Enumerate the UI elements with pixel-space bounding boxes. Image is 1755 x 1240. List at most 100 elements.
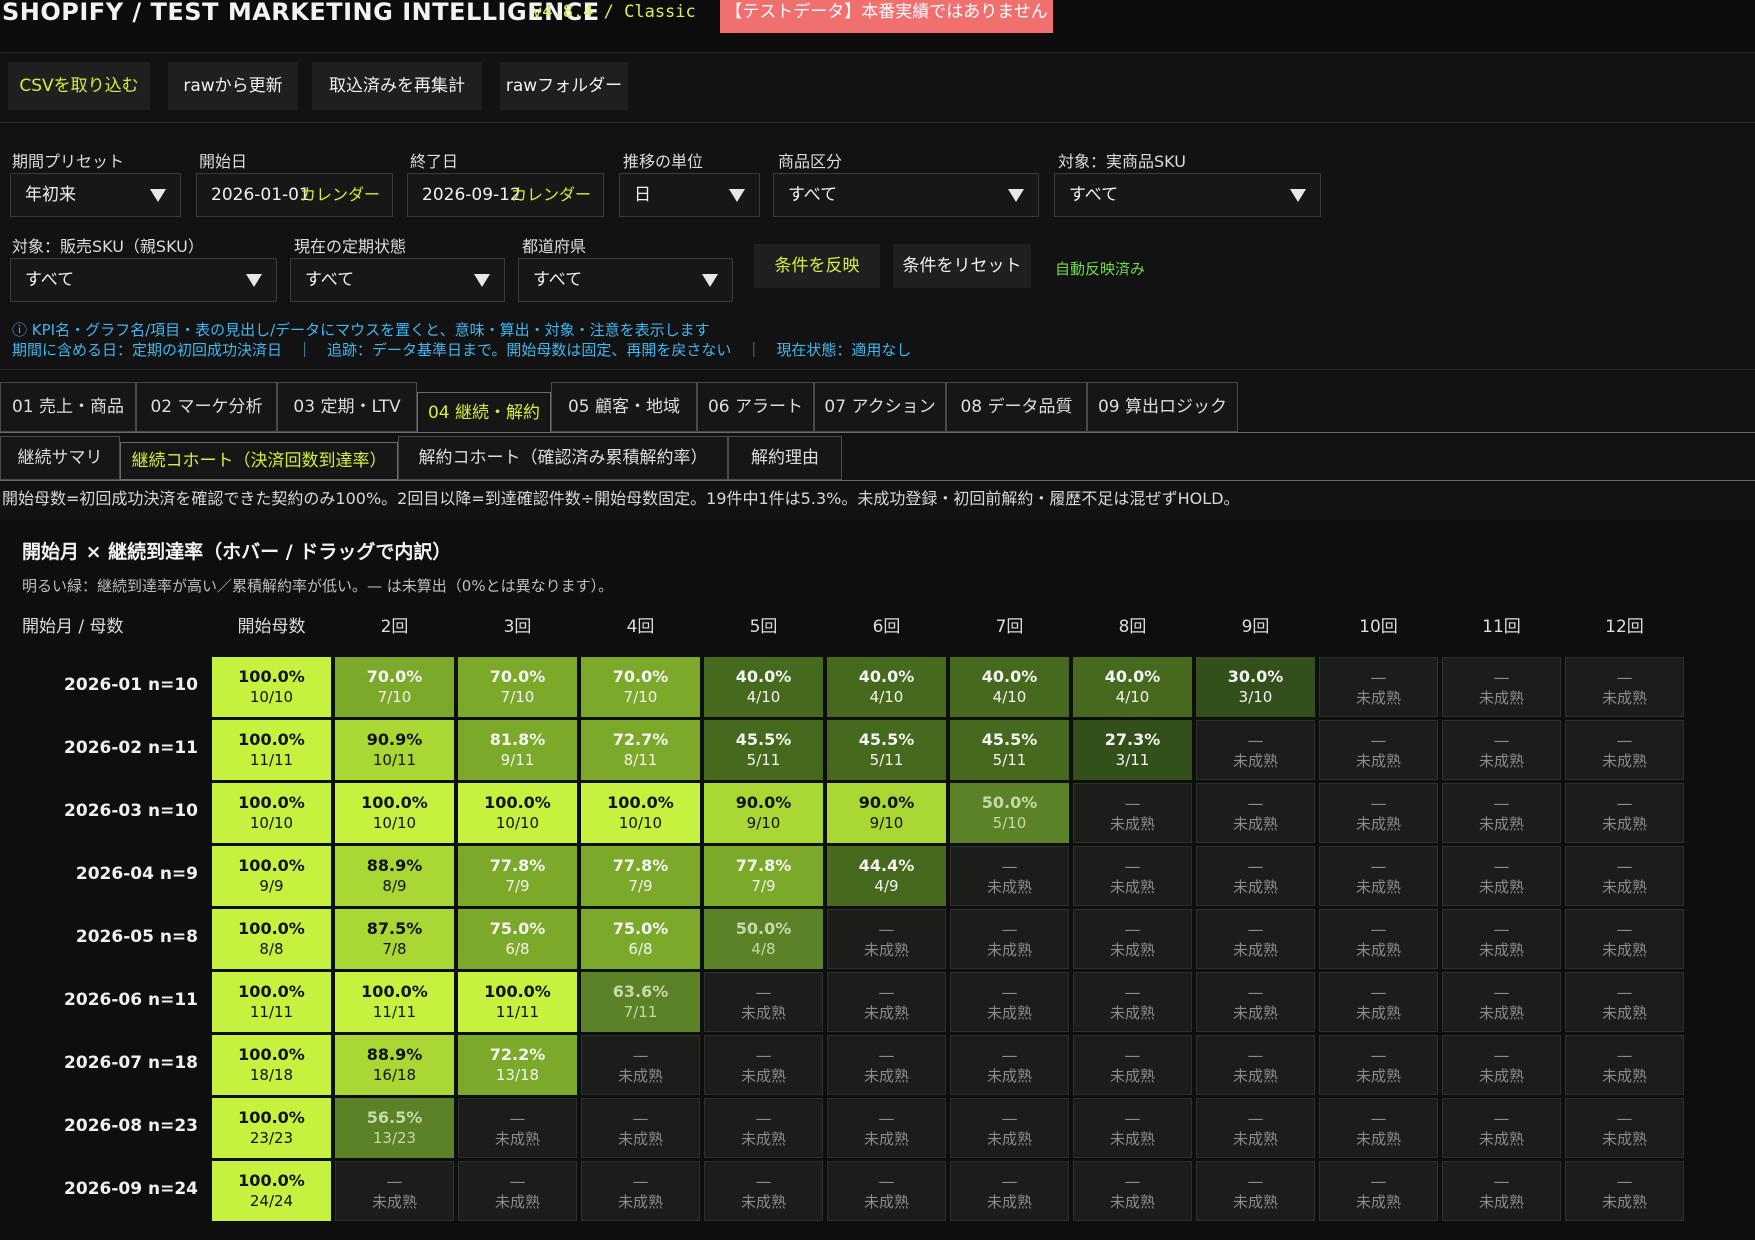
cohort-cell[interactable]: — 未成熟: [581, 1035, 700, 1095]
cohort-cell[interactable]: 90.0% 9/10: [827, 783, 946, 843]
cohort-cell[interactable]: — 未成熟: [1319, 1035, 1438, 1095]
cohort-cell[interactable]: 100.0% 8/8: [212, 909, 331, 969]
cohort-cell[interactable]: 100.0% 10/10: [581, 783, 700, 843]
cohort-cell[interactable]: 77.8% 7/9: [704, 846, 823, 906]
cohort-cell[interactable]: — 未成熟: [1073, 783, 1192, 843]
cohort-cell[interactable]: 100.0% 11/11: [212, 720, 331, 780]
cohort-cell[interactable]: — 未成熟: [1073, 1035, 1192, 1095]
cohort-cell[interactable]: 77.8% 7/9: [581, 846, 700, 906]
cohort-cell[interactable]: — 未成熟: [1196, 972, 1315, 1032]
end-date-calendar-button[interactable]: カレンダー: [511, 174, 591, 216]
cohort-cell[interactable]: — 未成熟: [827, 909, 946, 969]
tab-8[interactable]: 08 データ品質: [946, 382, 1087, 432]
cohort-cell[interactable]: 30.0% 3/10: [1196, 657, 1315, 717]
cohort-cell[interactable]: 50.0% 4/8: [704, 909, 823, 969]
cohort-cell[interactable]: 100.0% 11/11: [335, 972, 454, 1032]
cohort-cell[interactable]: — 未成熟: [1196, 783, 1315, 843]
cohort-cell[interactable]: 90.9% 10/11: [335, 720, 454, 780]
cohort-cell[interactable]: 45.5% 5/11: [704, 720, 823, 780]
cohort-cell[interactable]: 63.6% 7/11: [581, 972, 700, 1032]
cohort-cell[interactable]: — 未成熟: [1442, 846, 1561, 906]
tab-7[interactable]: 07 アクション: [814, 382, 946, 432]
subtab-4[interactable]: 解約理由: [728, 436, 842, 480]
subtab-1[interactable]: 継続サマリ: [0, 436, 120, 480]
cohort-cell[interactable]: 72.7% 8/11: [581, 720, 700, 780]
cohort-cell[interactable]: 40.0% 4/10: [704, 657, 823, 717]
tab-4[interactable]: 04 継続・解約: [417, 392, 551, 433]
cohort-cell[interactable]: 88.9% 8/9: [335, 846, 454, 906]
cohort-cell[interactable]: — 未成熟: [1565, 1035, 1684, 1095]
update-from-raw-button[interactable]: rawから更新: [168, 62, 298, 110]
cohort-cell[interactable]: 100.0% 10/10: [212, 657, 331, 717]
cohort-cell[interactable]: 45.5% 5/11: [827, 720, 946, 780]
cohort-cell[interactable]: — 未成熟: [1319, 846, 1438, 906]
cohort-cell[interactable]: 75.0% 6/8: [458, 909, 577, 969]
cohort-cell[interactable]: — 未成熟: [1565, 1161, 1684, 1221]
cohort-cell[interactable]: 56.5% 13/23: [335, 1098, 454, 1158]
cohort-cell[interactable]: — 未成熟: [1442, 1098, 1561, 1158]
cohort-cell[interactable]: — 未成熟: [581, 1161, 700, 1221]
cohort-cell[interactable]: — 未成熟: [1442, 909, 1561, 969]
cohort-cell[interactable]: — 未成熟: [1319, 909, 1438, 969]
tab-3[interactable]: 03 定期・LTV: [277, 382, 417, 432]
reset-filters-button[interactable]: 条件をリセット: [893, 244, 1031, 288]
start-date-field[interactable]: 2026-01-01 カレンダー: [196, 173, 393, 217]
cohort-cell[interactable]: — 未成熟: [1442, 1161, 1561, 1221]
target-sku-select[interactable]: すべて: [1054, 173, 1321, 217]
raw-folder-button[interactable]: rawフォルダー: [500, 62, 628, 110]
subtab-3[interactable]: 解約コホート（確認済み累積解約率）: [398, 436, 728, 480]
cohort-cell[interactable]: 88.9% 16/18: [335, 1035, 454, 1095]
cohort-cell[interactable]: 40.0% 4/10: [950, 657, 1069, 717]
cohort-cell[interactable]: — 未成熟: [1073, 909, 1192, 969]
cohort-cell[interactable]: — 未成熟: [827, 1035, 946, 1095]
cohort-cell[interactable]: — 未成熟: [1565, 720, 1684, 780]
cohort-cell[interactable]: — 未成熟: [1442, 783, 1561, 843]
tab-9[interactable]: 09 算出ロジック: [1087, 382, 1238, 432]
cohort-cell[interactable]: — 未成熟: [1073, 1098, 1192, 1158]
cohort-cell[interactable]: 90.0% 9/10: [704, 783, 823, 843]
cohort-cell[interactable]: — 未成熟: [1196, 846, 1315, 906]
tab-1[interactable]: 01 売上・商品: [0, 382, 136, 432]
cohort-cell[interactable]: — 未成熟: [1073, 846, 1192, 906]
cohort-cell[interactable]: 40.0% 4/10: [1073, 657, 1192, 717]
cohort-cell[interactable]: — 未成熟: [1319, 783, 1438, 843]
cohort-cell[interactable]: — 未成熟: [458, 1161, 577, 1221]
cohort-cell[interactable]: — 未成熟: [950, 909, 1069, 969]
cohort-cell[interactable]: — 未成熟: [1565, 783, 1684, 843]
cohort-cell[interactable]: — 未成熟: [950, 1035, 1069, 1095]
cohort-cell[interactable]: — 未成熟: [1196, 1035, 1315, 1095]
cohort-cell[interactable]: 100.0% 10/10: [212, 783, 331, 843]
cohort-cell[interactable]: — 未成熟: [1319, 1098, 1438, 1158]
cohort-cell[interactable]: — 未成熟: [1565, 846, 1684, 906]
reaggregate-button[interactable]: 取込済みを再集計: [312, 62, 482, 110]
cohort-cell[interactable]: 100.0% 24/24: [212, 1161, 331, 1221]
period-preset-select[interactable]: 年初来: [10, 173, 181, 217]
cohort-cell[interactable]: — 未成熟: [1319, 657, 1438, 717]
cohort-cell[interactable]: — 未成熟: [1196, 1161, 1315, 1221]
apply-filters-button[interactable]: 条件を反映: [754, 244, 880, 288]
cohort-cell[interactable]: 100.0% 23/23: [212, 1098, 331, 1158]
cohort-cell[interactable]: 81.8% 9/11: [458, 720, 577, 780]
cohort-cell[interactable]: 27.3% 3/11: [1073, 720, 1192, 780]
subscription-status-select[interactable]: すべて: [290, 258, 505, 302]
tab-6[interactable]: 06 アラート: [697, 382, 814, 432]
product-category-select[interactable]: すべて: [773, 173, 1039, 217]
cohort-cell[interactable]: 100.0% 10/10: [335, 783, 454, 843]
cohort-cell[interactable]: — 未成熟: [581, 1098, 700, 1158]
cohort-cell[interactable]: — 未成熟: [1442, 972, 1561, 1032]
cohort-cell[interactable]: 100.0% 9/9: [212, 846, 331, 906]
import-csv-button[interactable]: CSVを取り込む: [8, 62, 150, 110]
cohort-cell[interactable]: — 未成熟: [704, 972, 823, 1032]
cohort-cell[interactable]: 100.0% 11/11: [458, 972, 577, 1032]
cohort-cell[interactable]: 87.5% 7/8: [335, 909, 454, 969]
cohort-cell[interactable]: 75.0% 6/8: [581, 909, 700, 969]
cohort-cell[interactable]: — 未成熟: [950, 1161, 1069, 1221]
cohort-cell[interactable]: — 未成熟: [950, 1098, 1069, 1158]
cohort-cell[interactable]: — 未成熟: [1319, 720, 1438, 780]
cohort-cell[interactable]: — 未成熟: [950, 972, 1069, 1032]
cohort-cell[interactable]: — 未成熟: [1196, 720, 1315, 780]
cohort-cell[interactable]: — 未成熟: [704, 1098, 823, 1158]
cohort-cell[interactable]: — 未成熟: [1442, 1035, 1561, 1095]
prefecture-select[interactable]: すべて: [518, 258, 733, 302]
cohort-cell[interactable]: 40.0% 4/10: [827, 657, 946, 717]
